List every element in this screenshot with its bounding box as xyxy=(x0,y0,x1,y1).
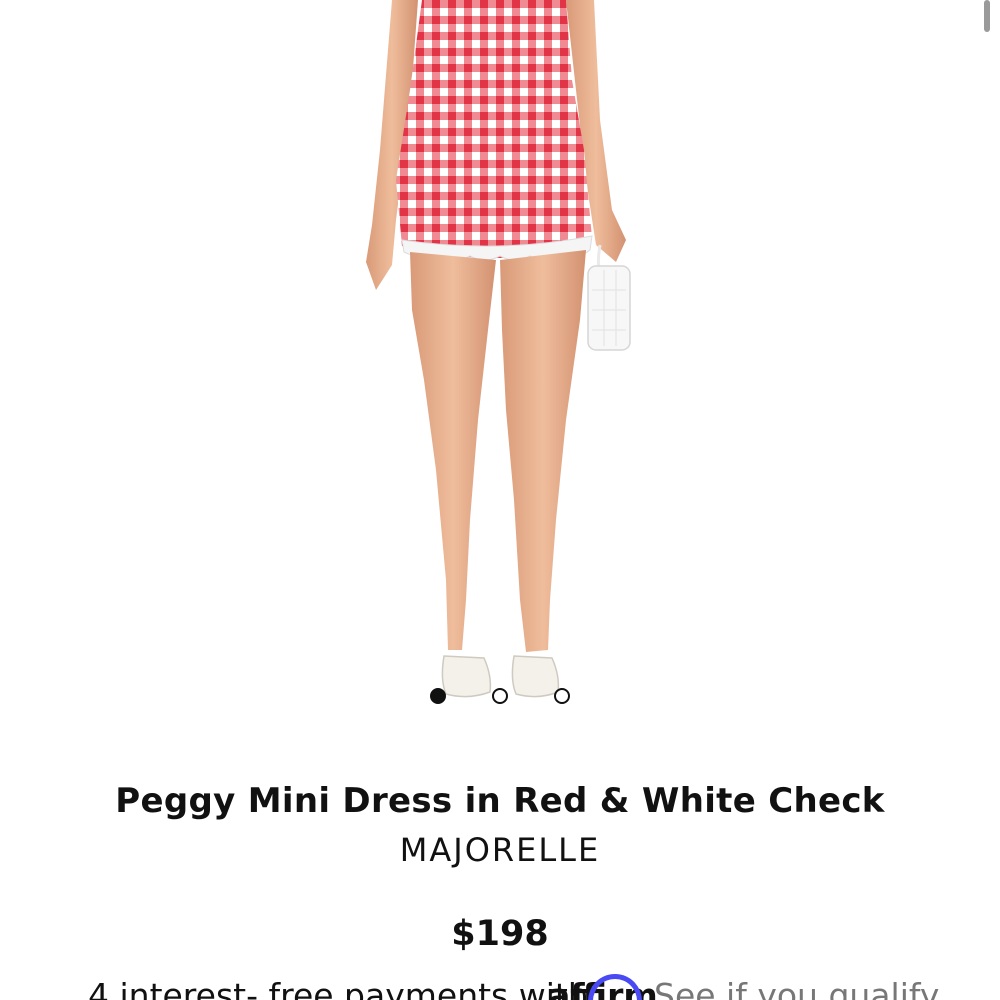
affirm-promo-text: 4 interest- free payments with xyxy=(88,976,589,1000)
see-if-you-qualify-link[interactable]: See if you qualify xyxy=(654,976,939,1000)
carousel-dot-1[interactable] xyxy=(430,688,446,704)
product-page: Peggy Mini Dress in Red & White Check MA… xyxy=(0,0,1000,1000)
dress xyxy=(396,0,592,258)
product-price: $198 xyxy=(451,914,549,954)
product-image[interactable] xyxy=(0,0,1000,760)
handbag xyxy=(587,265,631,351)
right-leg xyxy=(500,250,586,652)
brand-link[interactable]: MAJORELLE xyxy=(0,830,1000,870)
affirm-promo: 4 interest- free payments with affirm Se… xyxy=(0,974,1000,1000)
product-info: Peggy Mini Dress in Red & White Check MA… xyxy=(0,770,1000,956)
carousel-indicators xyxy=(0,688,1000,708)
carousel-dot-2[interactable] xyxy=(492,688,508,704)
carousel-dot-3[interactable] xyxy=(554,688,570,704)
left-leg xyxy=(410,252,496,650)
product-title: Peggy Mini Dress in Red & White Check xyxy=(115,781,885,821)
